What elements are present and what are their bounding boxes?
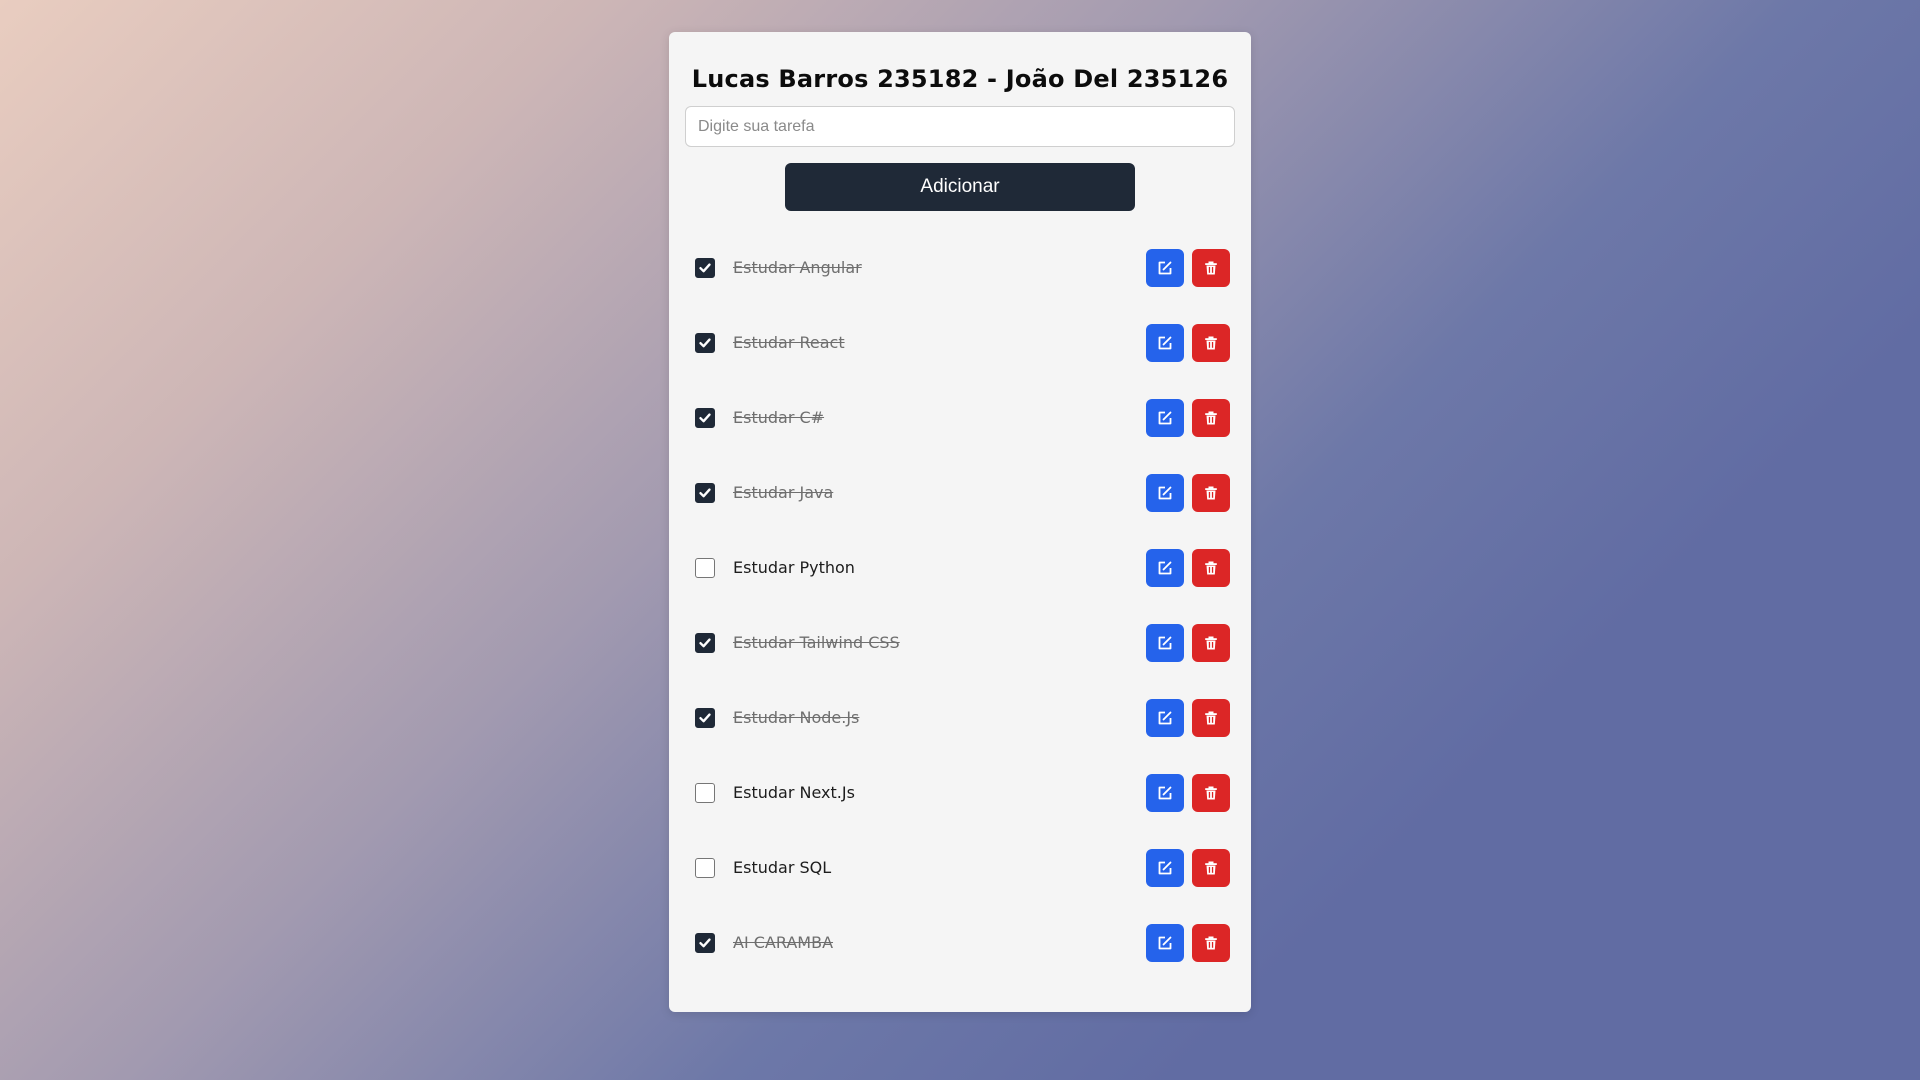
trash-icon [1205,336,1217,349]
task-label: Estudar Python [733,558,855,577]
delete-task-button[interactable] [1192,623,1230,662]
task-row: AI CARAMBA [685,905,1235,980]
delete-task-button[interactable] [1192,848,1230,887]
edit-task-button[interactable] [1146,773,1184,812]
edit-icon [1158,411,1172,424]
task-checkbox[interactable] [695,932,715,953]
delete-task-button[interactable] [1192,323,1230,362]
edit-task-button[interactable] [1146,698,1184,737]
trash-icon [1205,936,1217,949]
delete-task-button[interactable] [1192,548,1230,587]
task-checkbox[interactable] [695,482,715,503]
task-label: Estudar Angular [733,258,862,277]
task-checkbox[interactable] [695,407,715,428]
task-label: Estudar Next.Js [733,783,855,802]
task-checkbox[interactable] [695,632,715,653]
trash-icon [1205,636,1217,649]
check-icon [699,337,711,347]
task-row: Estudar Python [685,530,1235,605]
edit-icon [1158,486,1172,499]
check-icon [699,637,711,647]
edit-task-button[interactable] [1146,398,1184,437]
delete-task-button[interactable] [1192,698,1230,737]
task-row: Estudar C# [685,380,1235,455]
delete-task-button[interactable] [1192,773,1230,812]
trash-icon [1205,486,1217,499]
edit-icon [1158,711,1172,724]
task-row: Estudar Java [685,455,1235,530]
edit-icon [1158,786,1172,799]
task-label: AI CARAMBA [733,933,834,952]
check-icon [699,937,711,947]
trash-icon [1205,711,1217,724]
edit-icon [1158,861,1172,874]
edit-icon [1158,261,1172,274]
task-checkbox[interactable] [695,257,715,278]
task-checkbox[interactable] [695,557,715,578]
task-label: Estudar C# [733,408,825,427]
task-checkbox[interactable] [695,707,715,728]
delete-task-button[interactable] [1192,923,1230,962]
check-icon [699,487,711,497]
edit-task-button[interactable] [1146,848,1184,887]
task-row: Estudar React [685,305,1235,380]
edit-task-button[interactable] [1146,323,1184,362]
edit-task-button[interactable] [1146,473,1184,512]
check-icon [699,412,711,422]
trash-icon [1205,561,1217,574]
task-checkbox[interactable] [695,857,715,878]
task-input[interactable] [685,106,1235,147]
delete-task-button[interactable] [1192,398,1230,437]
edit-task-button[interactable] [1146,923,1184,962]
task-checkbox[interactable] [695,332,715,353]
check-icon [699,262,711,272]
delete-task-button[interactable] [1192,473,1230,512]
trash-icon [1205,411,1217,424]
delete-task-button[interactable] [1192,248,1230,287]
task-row: Estudar SQL [685,830,1235,905]
edit-icon [1158,336,1172,349]
edit-icon [1158,561,1172,574]
task-row: Estudar Angular [685,230,1235,305]
task-label: Estudar Node.Js [733,708,860,727]
task-row: Estudar Tailwind CSS [685,605,1235,680]
edit-task-button[interactable] [1146,548,1184,587]
todo-card: Lucas Barros 235182 - João Del 235126 Ad… [669,32,1251,1012]
trash-icon [1205,261,1217,274]
page-title: Lucas Barros 235182 - João Del 235126 [691,65,1229,93]
edit-icon [1158,936,1172,949]
check-icon [699,712,711,722]
task-label: Estudar React [733,333,845,352]
edit-task-button[interactable] [1146,248,1184,287]
task-label: Estudar Tailwind CSS [733,633,900,652]
trash-icon [1205,861,1217,874]
task-list: Estudar Angular Estudar React Estudar C#… [685,230,1235,980]
task-checkbox[interactable] [695,782,715,803]
task-row: Estudar Node.Js [685,680,1235,755]
edit-task-button[interactable] [1146,623,1184,662]
edit-icon [1158,636,1172,649]
task-label: Estudar SQL [733,858,832,877]
task-row: Estudar Next.Js [685,755,1235,830]
trash-icon [1205,786,1217,799]
add-task-button[interactable]: Adicionar [785,163,1135,211]
task-label: Estudar Java [733,483,834,502]
